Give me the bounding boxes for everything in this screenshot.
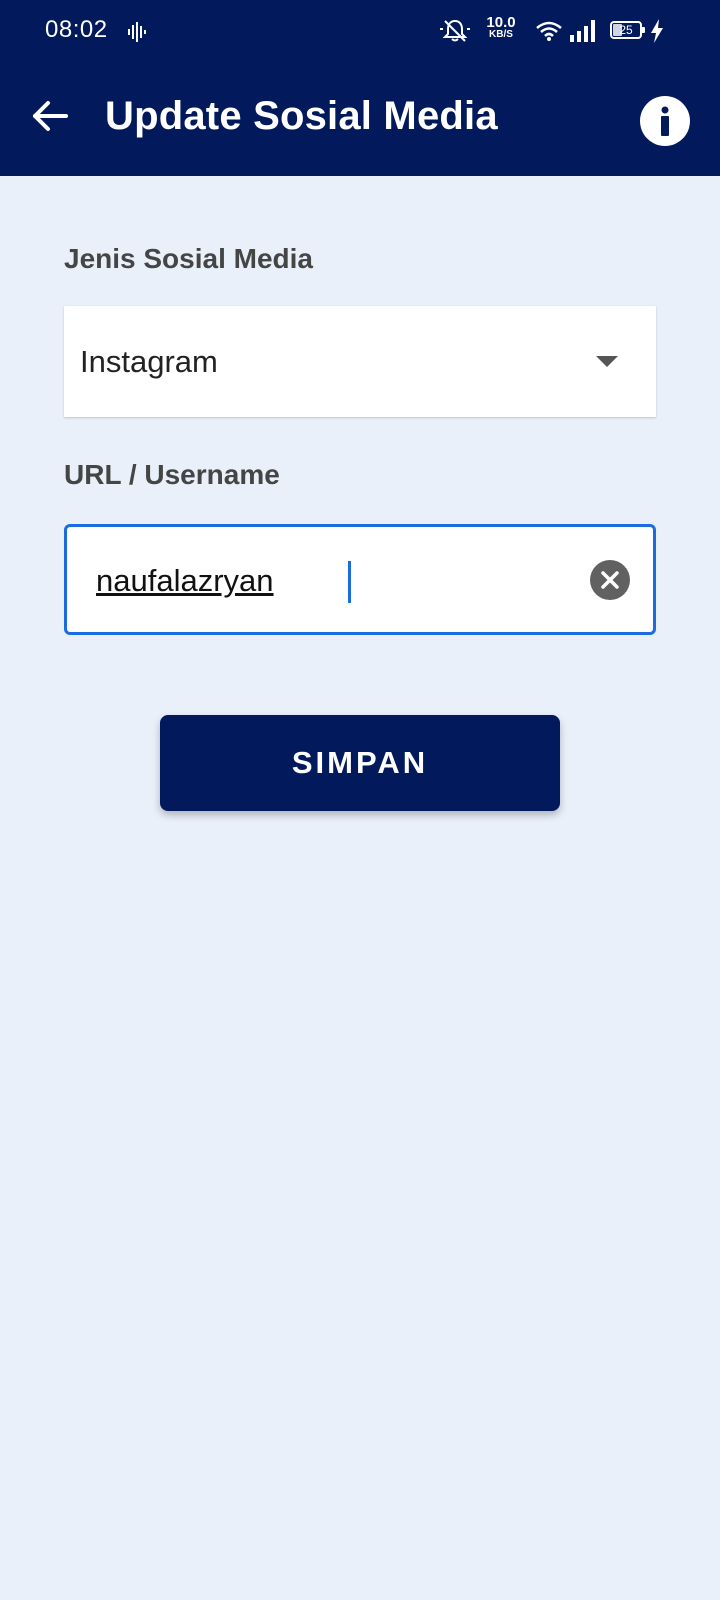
back-button[interactable]	[28, 94, 72, 138]
info-button[interactable]	[640, 96, 690, 146]
url-username-label: URL / Username	[64, 459, 280, 490]
voice-wave-icon	[128, 22, 146, 42]
status-time: 08:02	[45, 16, 108, 43]
charging-bolt-icon	[651, 19, 663, 43]
info-icon	[661, 106, 669, 136]
clear-button[interactable]	[590, 560, 630, 600]
battery-level: 25	[619, 23, 633, 37]
clear-circle-icon	[601, 571, 619, 589]
social-media-type-label: Jenis Sosial Media	[64, 243, 313, 274]
save-button[interactable]: SIMPAN	[160, 715, 560, 811]
status-bar: 08:02 10.0 KB/S 25	[0, 0, 720, 64]
page-title: Update Sosial Media	[105, 94, 498, 138]
signal-icon	[570, 20, 595, 42]
dropdown-arrow-icon	[596, 356, 618, 367]
battery-icon: 25	[610, 21, 645, 39]
social-media-type-dropdown[interactable]: Instagram	[64, 306, 656, 417]
mute-bell-icon	[440, 19, 470, 42]
url-username-field[interactable]: naufalazryan	[64, 524, 656, 635]
network-speed: 10.0 KB/S	[484, 14, 518, 41]
text-cursor	[348, 561, 351, 603]
arrow-left-icon	[33, 101, 68, 131]
speed-unit: KB/S	[489, 29, 513, 40]
wifi-icon	[536, 21, 562, 41]
url-username-input[interactable]: naufalazryan	[96, 563, 274, 599]
dropdown-selected-value: Instagram	[80, 344, 218, 379]
speed-value: 10.0	[486, 14, 516, 31]
app-bar: Update Sosial Media	[0, 64, 720, 176]
status-icons: 10.0 KB/S 25	[420, 0, 720, 64]
